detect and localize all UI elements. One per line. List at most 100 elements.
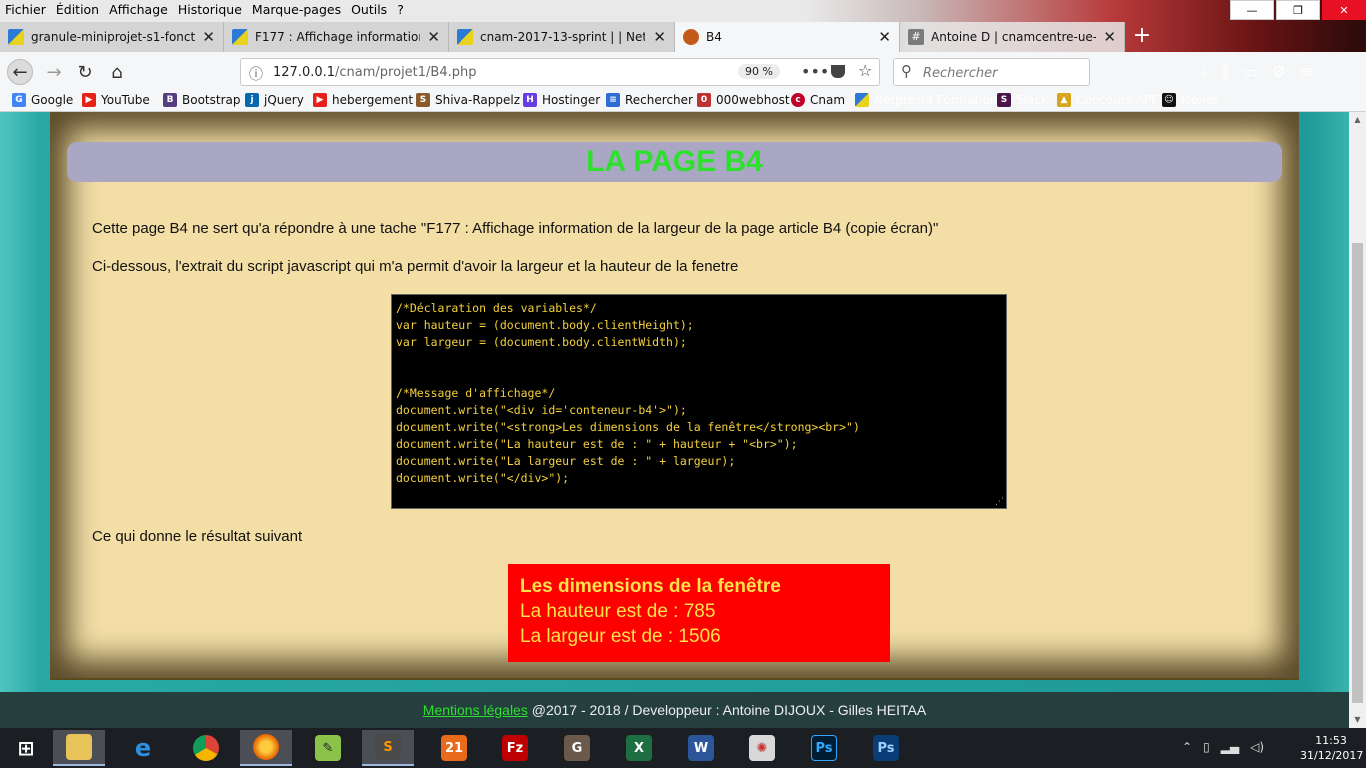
forward-button[interactable]: →: [41, 59, 67, 85]
minimize-button[interactable]: —: [1230, 0, 1274, 20]
legal-notice-link[interactable]: Mentions légales: [423, 702, 528, 718]
pocket-icon[interactable]: [831, 65, 845, 78]
code-textarea[interactable]: /*Déclaration des variables*/ var hauteu…: [391, 294, 1007, 509]
menu-edition[interactable]: Édition: [56, 2, 99, 17]
taskbar-excel[interactable]: X: [613, 730, 665, 766]
taskbar-clock[interactable]: 11:53 31/12/2017: [1300, 733, 1364, 763]
tab-title: F177 : Affichage information la: [255, 30, 420, 44]
battery-icon[interactable]: ▯: [1203, 740, 1210, 754]
scroll-up-icon[interactable]: ▲: [1349, 112, 1366, 128]
bookmark-hostinger[interactable]: H Hostinger: [523, 93, 600, 107]
menu-affichage[interactable]: Affichage: [109, 2, 168, 17]
character-icon: S: [416, 93, 430, 107]
bookmark-bootstrap[interactable]: B Bootstrap: [163, 93, 240, 107]
library-icon[interactable]: ⫼: [1221, 62, 1228, 82]
stack-icon: ≡: [606, 93, 620, 107]
menu-historique[interactable]: Historique: [178, 2, 242, 17]
clock-time: 11:53: [1315, 734, 1347, 747]
taskbar-notepadpp[interactable]: ✎: [302, 730, 354, 766]
result-width: La largeur est de : 1506: [520, 626, 721, 647]
result-heading: Les dimensions de la fenêtre: [520, 576, 781, 597]
taskbar-gimp[interactable]: G: [551, 730, 603, 766]
bookmark-shiva-rappelz[interactable]: S Shiva-Rappelz: [416, 93, 520, 107]
tab-granule[interactable]: granule-miniprojet-s1-fonction ✕: [0, 22, 224, 52]
url-bar[interactable]: ⓘ 127.0.0.1/cnam/projet1/B4.php 90 % •••…: [240, 58, 880, 86]
bookmark-000webhost[interactable]: 0 000webhost: [697, 93, 790, 107]
close-tab-icon[interactable]: ✕: [1103, 28, 1116, 46]
page-actions-icon[interactable]: •••: [801, 62, 829, 81]
search-bar[interactable]: ⚲ Rechercher: [893, 58, 1090, 86]
result-height: La hauteur est de : 785: [520, 601, 716, 622]
close-tab-icon[interactable]: ✕: [202, 28, 215, 46]
vertical-scrollbar[interactable]: ▲ ▼: [1349, 112, 1366, 728]
search-icon: ⚲: [901, 62, 912, 80]
maximize-button[interactable]: ❐: [1276, 0, 1320, 20]
hamburger-menu-icon[interactable]: ≡: [1300, 62, 1313, 82]
taskbar-file-explorer[interactable]: [53, 730, 105, 766]
taskbar-filezilla[interactable]: Fz: [489, 730, 541, 766]
close-tab-icon[interactable]: ✕: [427, 28, 440, 46]
reload-button[interactable]: ↻: [72, 59, 98, 85]
clock-date: 31/12/2017: [1300, 749, 1364, 762]
taskbar-app-21[interactable]: 21: [428, 730, 480, 766]
info-icon[interactable]: ⓘ: [249, 64, 263, 84]
system-tray: ⌃ ▯ ▂▄ ◁): [1182, 740, 1264, 754]
tab-cnam-sprint[interactable]: cnam-2017-13-sprint | | Netpre ✕: [449, 22, 675, 52]
home-button[interactable]: ⌂: [104, 59, 130, 85]
taskbar-firefox[interactable]: [240, 730, 292, 766]
scroll-down-icon[interactable]: ▼: [1349, 712, 1366, 728]
bookmark-jquery[interactable]: j jQuery: [245, 93, 304, 107]
zoom-indicator[interactable]: 90 %: [738, 64, 780, 79]
bookmark-youtube[interactable]: ▶ YouTube: [82, 93, 150, 107]
bookmark-icones[interactable]: ☺ Icones: [1162, 93, 1220, 107]
bookmark-netpresta[interactable]: Netpresta Formation: [855, 93, 997, 107]
close-tab-icon[interactable]: ✕: [653, 28, 666, 46]
close-tab-icon[interactable]: ✕: [878, 28, 891, 46]
netpresta-icon: [855, 93, 869, 107]
taskbar-sublime[interactable]: S: [362, 730, 414, 766]
resize-grip-icon[interactable]: ⋰: [995, 497, 1004, 507]
volume-icon[interactable]: ◁): [1250, 740, 1264, 754]
windows-taskbar: ⊞ e ✎ S 21 Fz G X W ✺ Ps Ps ⌃ ▯ ▂▄ ◁) 11…: [0, 728, 1366, 768]
network-icon[interactable]: ▂▄: [1221, 740, 1239, 754]
bookmark-cnam[interactable]: c Cnam: [791, 93, 845, 107]
downloads-icon[interactable]: ⤓: [1200, 62, 1207, 82]
close-window-button[interactable]: ✕: [1322, 0, 1366, 20]
page-favicon-icon: [683, 29, 699, 45]
bookmark-hebergement[interactable]: ▶ hebergement: [313, 93, 413, 107]
tab-f177[interactable]: F177 : Affichage information la ✕: [224, 22, 449, 52]
bookmark-rechercher[interactable]: ≡ Rechercher: [606, 93, 693, 107]
filezilla-icon: Fz: [502, 735, 528, 761]
taskbar-photoshop-1[interactable]: Ps: [798, 730, 850, 766]
internet-explorer-icon: e: [134, 734, 152, 762]
show-hidden-icons-icon[interactable]: ⌃: [1182, 740, 1192, 754]
menu-aide[interactable]: ?: [397, 2, 404, 17]
tab-b4[interactable]: B4 ✕: [675, 22, 900, 52]
taskbar-paint[interactable]: ✺: [736, 730, 788, 766]
taskbar-photoshop-2[interactable]: Ps: [860, 730, 912, 766]
bookmark-slack[interactable]: S Slack: [997, 93, 1048, 107]
menu-marque-pages[interactable]: Marque-pages: [252, 2, 341, 17]
windows-logo-icon: ⊞: [17, 736, 35, 760]
tab-slack[interactable]: # Antoine D | cnamcentre-ue-bo ✕: [900, 22, 1125, 52]
bookmark-google[interactable]: G Google: [12, 93, 73, 107]
bootstrap-icon: B: [163, 93, 177, 107]
taskbar-word[interactable]: W: [675, 730, 727, 766]
netpresta-favicon-icon: [8, 29, 24, 45]
new-tab-button[interactable]: +: [1128, 24, 1156, 50]
menu-fichier[interactable]: Fichier: [5, 2, 46, 17]
taskbar-ie[interactable]: e: [117, 730, 169, 766]
footer-credits: @2017 - 2018 / Developpeur : Antoine DIJ…: [531, 702, 927, 718]
taskbar-chrome[interactable]: [180, 730, 232, 766]
chrome-icon: [193, 735, 219, 761]
page-footer: Mentions légales @2017 - 2018 / Developp…: [0, 692, 1349, 728]
scrollbar-thumb[interactable]: [1352, 243, 1363, 703]
menu-outils[interactable]: Outils: [351, 2, 387, 17]
start-button[interactable]: ⊞: [0, 730, 52, 766]
bookmark-concours-apf[interactable]: ▲ Concours APF: [1057, 93, 1158, 107]
back-button[interactable]: ←: [7, 59, 33, 85]
sidebar-icon[interactable]: ▭: [1242, 62, 1257, 82]
bookmark-star-icon[interactable]: ☆: [858, 61, 872, 80]
extension-icon[interactable]: ⚙: [1272, 62, 1286, 82]
url-text[interactable]: 127.0.0.1/cnam/projet1/B4.php: [273, 65, 477, 80]
